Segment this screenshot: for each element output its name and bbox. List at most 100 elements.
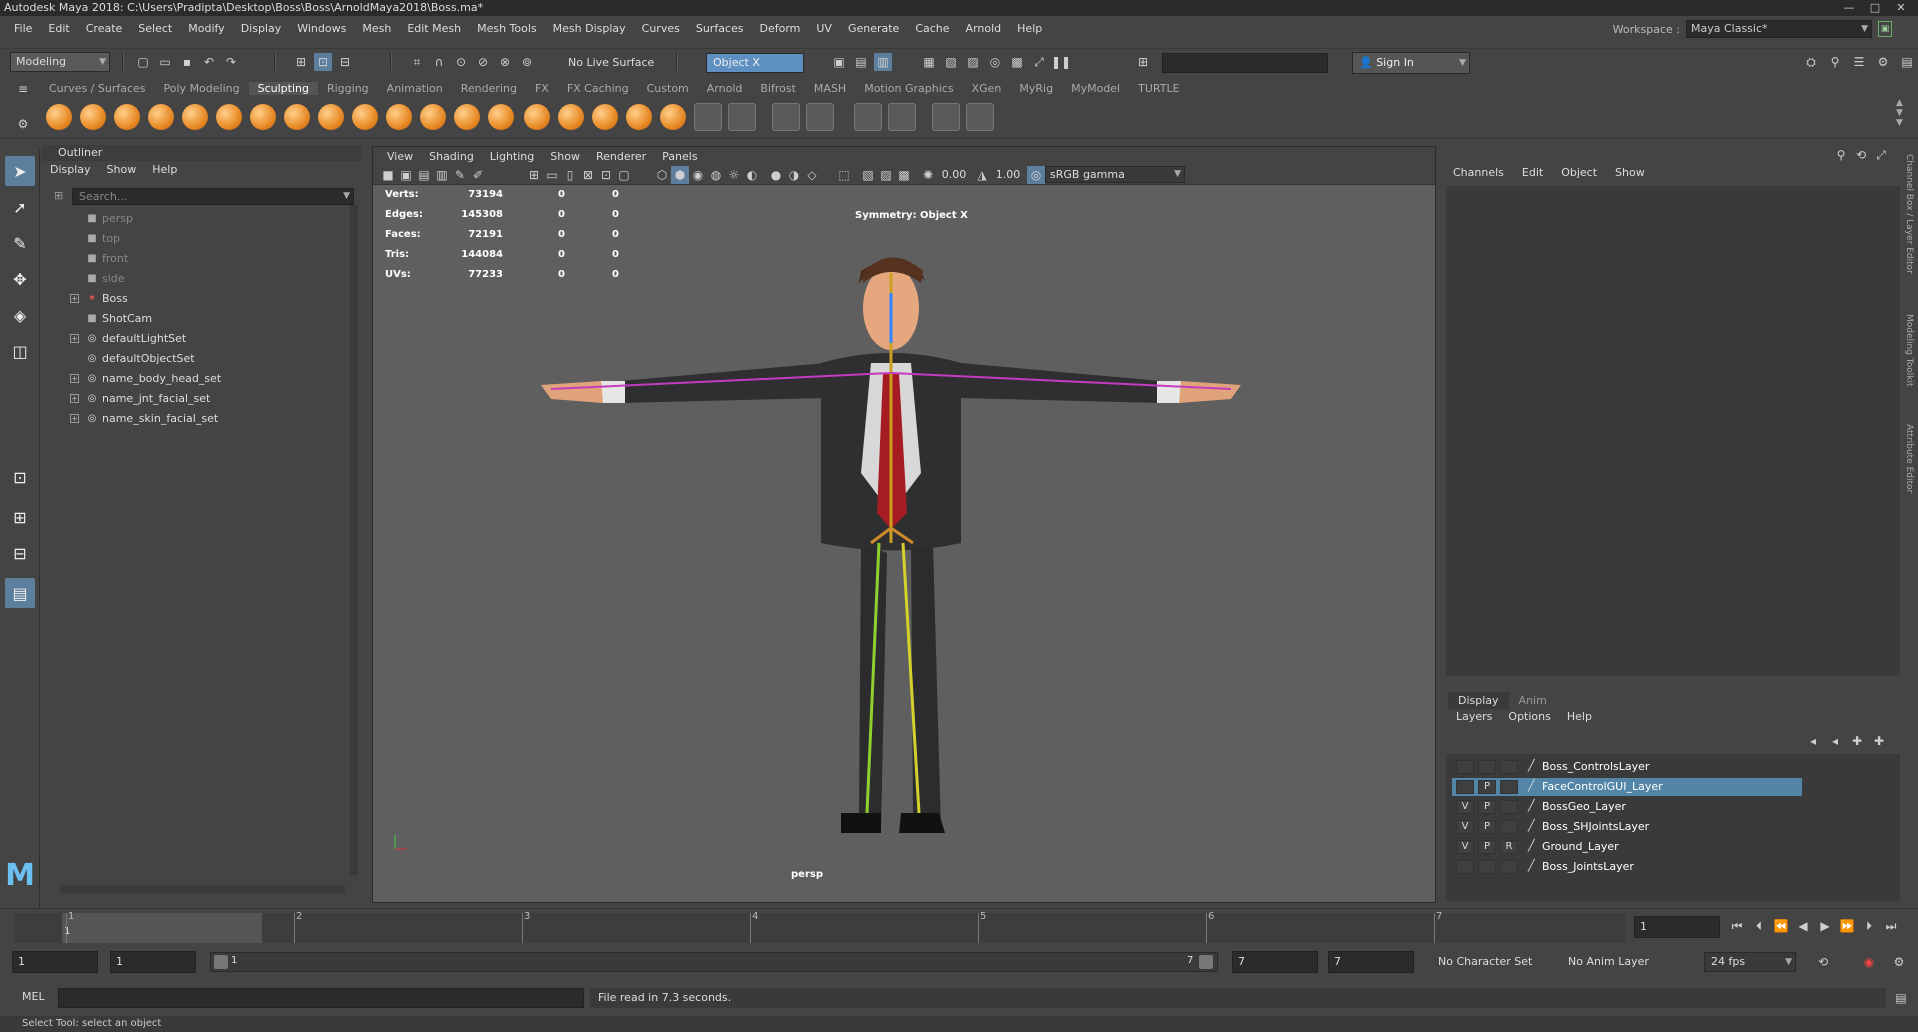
play-forwards-icon[interactable]: ▶ bbox=[1816, 917, 1834, 935]
move-layer-up-icon[interactable]: ◂ bbox=[1804, 732, 1822, 750]
menu-display[interactable]: Display bbox=[233, 22, 290, 35]
select-hierarchy-icon[interactable]: ⊞ bbox=[292, 53, 310, 71]
sculpt-brush-icon[interactable] bbox=[114, 104, 140, 130]
menu-cache[interactable]: Cache bbox=[907, 22, 957, 35]
outliner-vscrollbar[interactable] bbox=[350, 205, 358, 875]
layer-toggle-r[interactable] bbox=[1500, 760, 1518, 774]
snap-surface-icon[interactable]: ⊗ bbox=[496, 53, 514, 71]
xray-components-icon[interactable]: ▩ bbox=[895, 166, 913, 184]
outliner-menu-show[interactable]: Show bbox=[99, 163, 145, 179]
outliner-item[interactable]: ■ side bbox=[42, 269, 342, 289]
shelf-tab-poly-modeling[interactable]: Poly Modeling bbox=[155, 82, 249, 95]
layer-color-swatch[interactable]: ╱ bbox=[1528, 799, 1540, 814]
layer-menu-layers[interactable]: Layers bbox=[1448, 710, 1500, 723]
sculpt-brush-icon[interactable] bbox=[626, 104, 652, 130]
render-view-icon[interactable]: ▣ bbox=[830, 53, 848, 71]
new-layer-selected-icon[interactable]: ✚ bbox=[1870, 732, 1888, 750]
render-setup-icon[interactable]: ▨ bbox=[964, 53, 982, 71]
view-transform-dropdown[interactable]: sRGB gamma ▼ bbox=[1045, 166, 1185, 183]
sculpt-brush-icon[interactable] bbox=[420, 104, 446, 130]
menu-uv[interactable]: UV bbox=[808, 22, 840, 35]
step-forward-frame-icon[interactable]: ⏩ bbox=[1838, 917, 1856, 935]
layer-menu-help[interactable]: Help bbox=[1559, 710, 1600, 723]
lasso-tool-icon[interactable]: ➚ bbox=[5, 192, 35, 222]
shelf-tab-xgen[interactable]: XGen bbox=[963, 82, 1011, 95]
outliner-pane-icon[interactable]: ▤ bbox=[5, 578, 35, 608]
layer-toggle-v[interactable] bbox=[1456, 860, 1474, 874]
menu-curves[interactable]: Curves bbox=[634, 22, 688, 35]
layer-toggle-r[interactable] bbox=[1500, 820, 1518, 834]
new-layer-icon[interactable]: ✚ bbox=[1848, 732, 1866, 750]
viewport-menu-show[interactable]: Show bbox=[542, 150, 588, 163]
sign-in-button[interactable]: 👤 Sign In ▼ bbox=[1352, 52, 1470, 74]
channelbox-menu-show[interactable]: Show bbox=[1606, 166, 1654, 179]
shelf-settings-icon[interactable]: ⚙ bbox=[14, 115, 32, 133]
shadows-icon[interactable]: ◐ bbox=[743, 166, 761, 184]
fps-dropdown[interactable]: 24 fps ▼ bbox=[1704, 952, 1796, 972]
menu-edit-mesh[interactable]: Edit Mesh bbox=[399, 22, 469, 35]
channelbox-person-icon[interactable]: ⚲ bbox=[1832, 146, 1850, 164]
sculpt-brush-icon[interactable] bbox=[524, 104, 550, 130]
gate-mask-icon[interactable]: ⊠ bbox=[579, 166, 597, 184]
expand-icon[interactable]: + bbox=[70, 414, 79, 423]
two-d-pan-icon[interactable]: ✎ bbox=[451, 166, 469, 184]
outliner-item[interactable]: ■ top bbox=[42, 229, 342, 249]
sculpt-utility-icon[interactable] bbox=[694, 103, 722, 131]
outliner-item[interactable]: + ✶ Boss bbox=[42, 289, 342, 309]
menuset-dropdown[interactable]: Modeling ▼ bbox=[10, 52, 110, 72]
human-ik-icon[interactable]: ⚲ bbox=[1826, 53, 1844, 71]
expand-icon[interactable]: + bbox=[70, 294, 79, 303]
snap-grid-icon[interactable]: ⌗ bbox=[408, 53, 426, 71]
shelf-scroll-arrows[interactable]: ▲ ▼ ▼ bbox=[1896, 98, 1903, 128]
shelf-tab-fx[interactable]: FX bbox=[526, 82, 558, 95]
snap-together-icon[interactable]: ⊚ bbox=[518, 53, 536, 71]
shelf-tab-animation[interactable]: Animation bbox=[378, 82, 452, 95]
shelf-tab-mymodel[interactable]: MyModel bbox=[1062, 82, 1129, 95]
anim-layer-dropdown[interactable]: No Anim Layer bbox=[1560, 951, 1684, 973]
outliner-item[interactable]: + ◎ name_body_head_set bbox=[42, 369, 342, 389]
wireframe-icon[interactable]: ⬡ bbox=[653, 166, 671, 184]
sculpt-utility-icon[interactable] bbox=[806, 103, 834, 131]
layer-row[interactable]: P ╱ FaceControlGUI_Layer bbox=[1452, 778, 1802, 796]
xray-joints-icon[interactable]: ▨ bbox=[877, 166, 895, 184]
sculpt-brush-icon[interactable] bbox=[386, 104, 412, 130]
character-model[interactable] bbox=[541, 213, 1241, 853]
range-handle-start[interactable] bbox=[214, 955, 228, 969]
use-all-lights-icon[interactable]: ☼ bbox=[725, 166, 743, 184]
snap-point-icon[interactable]: ⊙ bbox=[452, 53, 470, 71]
redo-icon[interactable]: ↷ bbox=[222, 53, 240, 71]
layer-menu-options[interactable]: Options bbox=[1500, 710, 1558, 723]
render-settings-icon[interactable]: ▦ bbox=[920, 53, 938, 71]
menu-surfaces[interactable]: Surfaces bbox=[688, 22, 752, 35]
light-editor-icon[interactable]: ◎ bbox=[986, 53, 1004, 71]
menu-mesh-display[interactable]: Mesh Display bbox=[545, 22, 634, 35]
time-ruler[interactable]: 1 1 2 3 4 5 6 7 bbox=[14, 911, 1626, 943]
sculpt-brush-icon[interactable] bbox=[488, 104, 514, 130]
viewport-panel[interactable]: View Shading Lighting Show Renderer Pane… bbox=[372, 146, 1436, 903]
shelf-menu-icon[interactable]: ≡ bbox=[14, 80, 32, 98]
hypershade-icon[interactable]: ▧ bbox=[942, 53, 960, 71]
image-plane-icon[interactable]: ▥ bbox=[433, 166, 451, 184]
outliner-item[interactable]: ■ front bbox=[42, 249, 342, 269]
rotate-tool-icon[interactable]: ◈ bbox=[5, 300, 35, 330]
textured-icon[interactable]: ◍ bbox=[707, 166, 725, 184]
sculpt-utility-icon[interactable] bbox=[728, 103, 756, 131]
layer-toggle-r[interactable] bbox=[1500, 860, 1518, 874]
layer-row[interactable]: V P R ╱ Ground_Layer bbox=[1452, 838, 1802, 856]
playblast-icon[interactable]: ⤢ bbox=[1030, 53, 1048, 71]
menu-windows[interactable]: Windows bbox=[289, 22, 354, 35]
camera-attr-icon[interactable]: ▣ bbox=[397, 166, 415, 184]
outliner-item[interactable]: ◎ defaultObjectSet bbox=[42, 349, 342, 369]
sculpt-utility-icon[interactable] bbox=[966, 103, 994, 131]
attribute-editor-icon[interactable]: ☰ bbox=[1850, 53, 1868, 71]
menu-create[interactable]: Create bbox=[78, 22, 131, 35]
symmetry-field[interactable]: Object X bbox=[706, 53, 804, 73]
input-mode-icon[interactable]: ⊞ bbox=[1134, 53, 1152, 71]
channelbox-menu-object[interactable]: Object bbox=[1552, 166, 1606, 179]
sculpt-brush-icon[interactable] bbox=[216, 104, 242, 130]
menu-mesh[interactable]: Mesh bbox=[354, 22, 399, 35]
menu-help[interactable]: Help bbox=[1009, 22, 1050, 35]
character-set-dropdown[interactable]: No Character Set bbox=[1430, 951, 1556, 973]
layer-toggle-p[interactable]: P bbox=[1478, 800, 1496, 814]
sculpt-brush-icon[interactable] bbox=[318, 104, 344, 130]
